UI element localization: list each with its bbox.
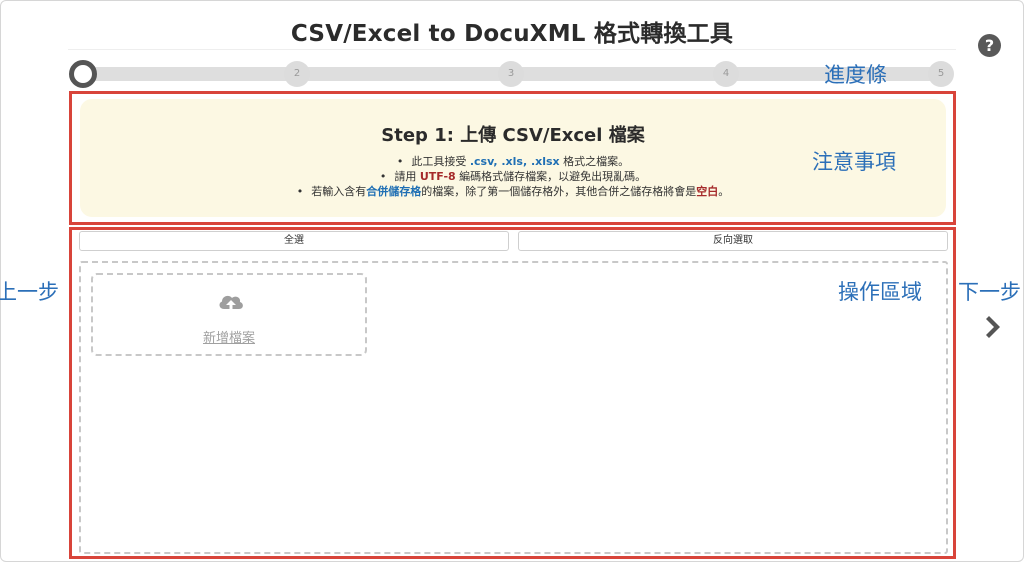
progress-step-4[interactable]: 4: [713, 61, 739, 87]
add-file-card[interactable]: 新增檔案: [91, 273, 367, 356]
progress-annotation: 進度條: [824, 63, 887, 87]
question-circle-icon[interactable]: ?: [978, 34, 1001, 57]
next-step-annotation: 下一步: [958, 280, 1021, 304]
cloud-upload-icon: [219, 295, 243, 313]
progress-step-5[interactable]: 5: [928, 61, 954, 87]
progress-step-1[interactable]: [69, 60, 97, 88]
add-file-label: 新增檔案: [202, 331, 255, 346]
previous-step-annotation: 上一步: [0, 280, 59, 304]
notice-item-merged-cells: • 若輸入含有合併儲存格的檔案，除了第一個儲存格外，其他合併之儲存格將會是空白。: [296, 185, 730, 198]
page-title: CSV/Excel to DocuXML 格式轉換工具: [290, 21, 734, 47]
work-area-annotation: 操作區域: [838, 280, 922, 304]
select-all-button[interactable]: 全選: [79, 231, 509, 251]
title-divider: [68, 49, 956, 50]
progress-step-3[interactable]: 3: [498, 61, 524, 87]
invert-selection-button[interactable]: 反向選取: [518, 231, 948, 251]
notice-annotation: 注意事項: [812, 150, 896, 174]
progress-step-2[interactable]: 2: [284, 61, 310, 87]
chevron-right-icon[interactable]: [983, 316, 1001, 338]
step-title: Step 1: 上傳 CSV/Excel 檔案: [381, 125, 645, 146]
